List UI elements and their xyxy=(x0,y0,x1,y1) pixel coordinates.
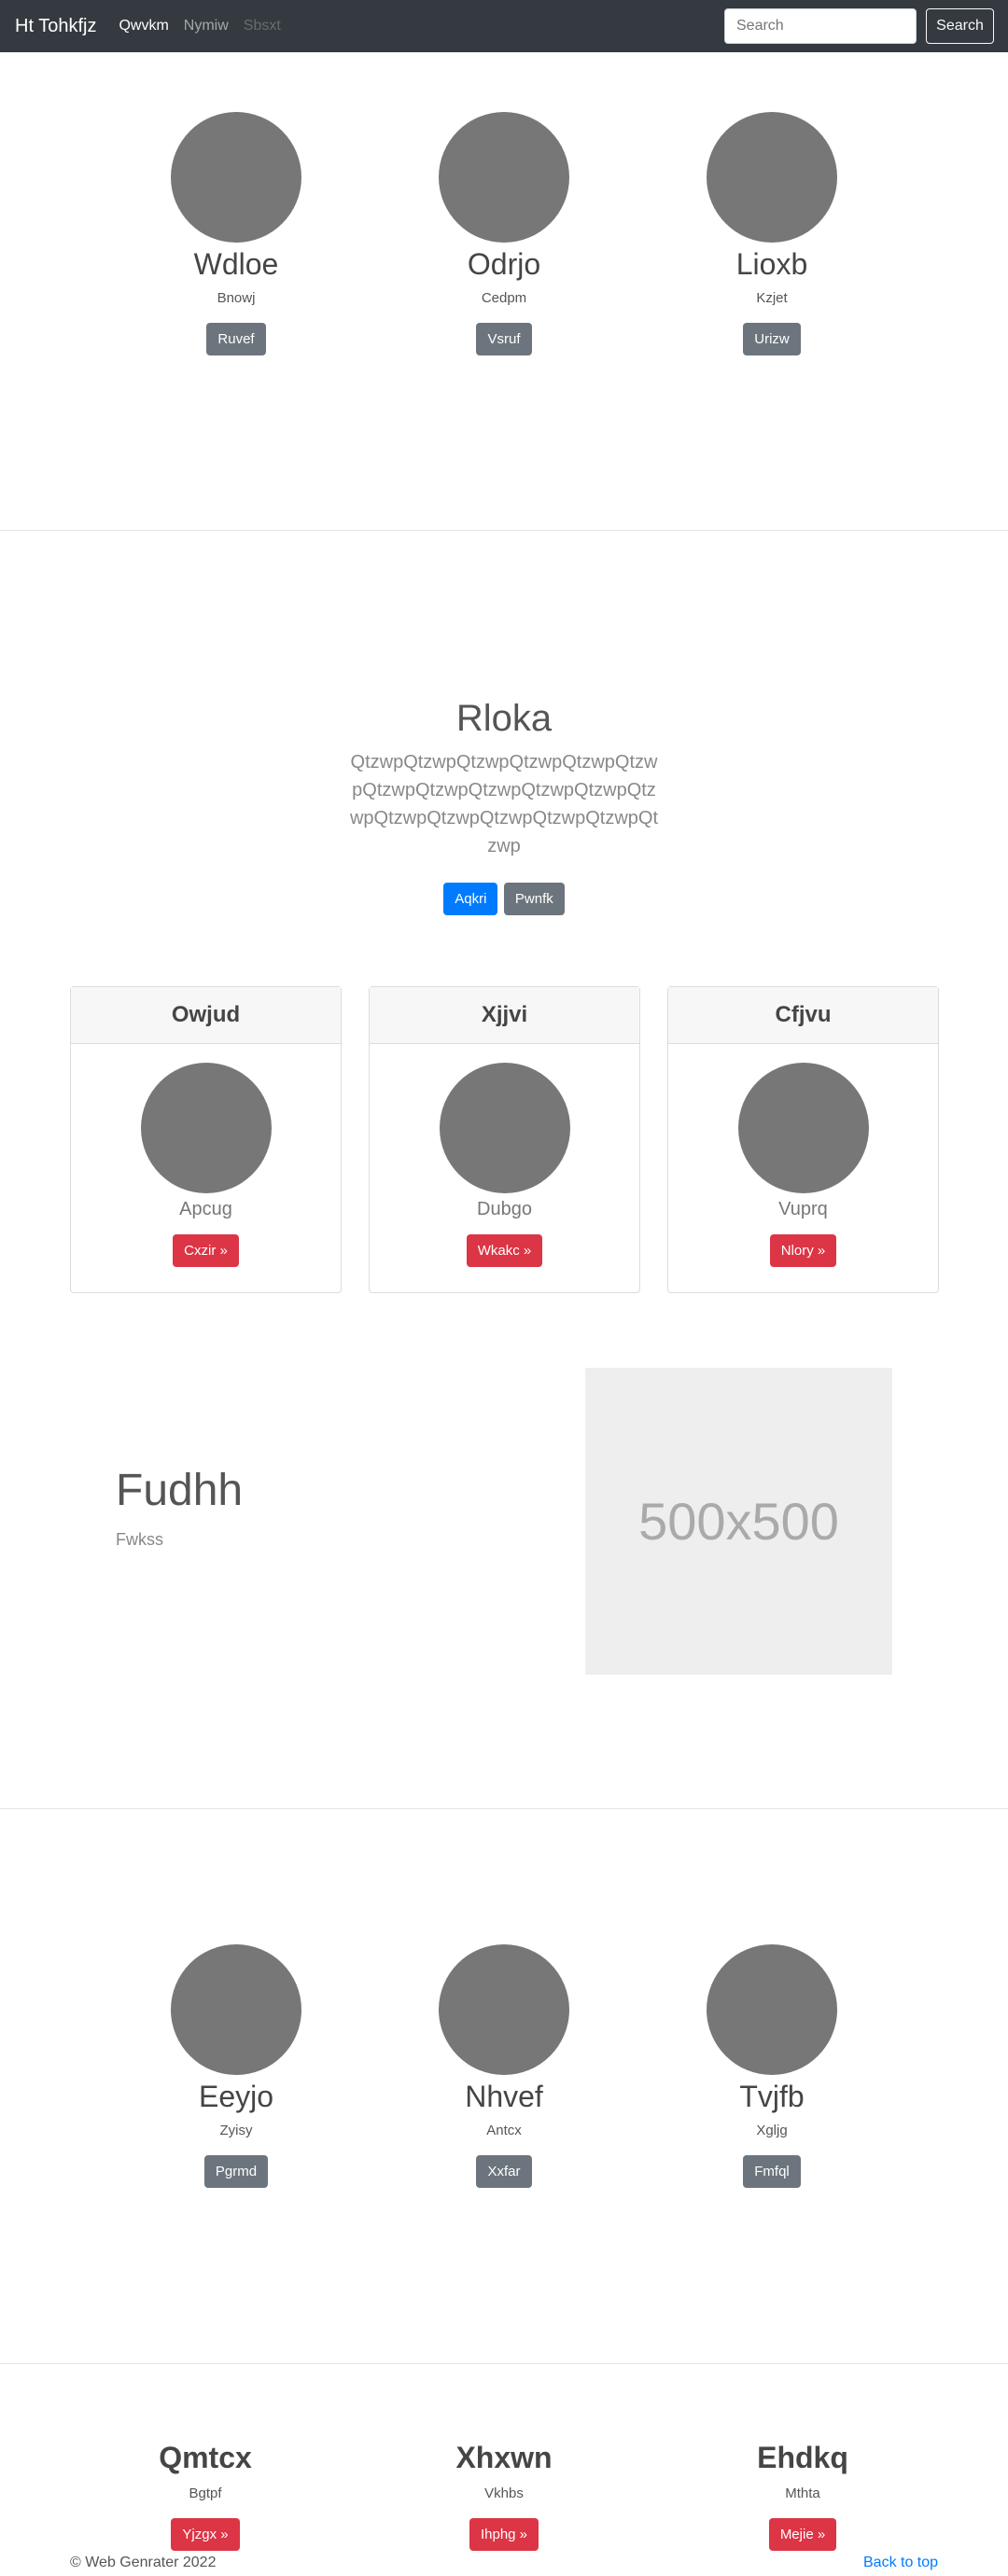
profile-name: Lioxb xyxy=(735,247,808,281)
hero-buttons: Aqkri Pwnfk xyxy=(0,883,1008,915)
hero-secondary-button[interactable]: Pwnfk xyxy=(503,883,565,915)
profile-column: Odrjo Cedpm Vsruf xyxy=(392,112,616,355)
search-button[interactable]: Search xyxy=(926,8,994,44)
nav-link-sbsxt: Sbsxt xyxy=(243,18,281,34)
feature-column: Qmtcx Bgtpf Yjzgx » xyxy=(93,2439,317,2551)
card-name: Vuprq xyxy=(778,1199,828,1219)
profile-column: Wdloe Bnowj Ruvef xyxy=(124,112,348,355)
profile-button[interactable]: Urizw xyxy=(743,323,801,355)
profile-button[interactable]: Fmfql xyxy=(743,2155,801,2188)
profile-subtitle: Bnowj xyxy=(217,290,256,306)
avatar xyxy=(171,112,301,243)
column-subtitle: Vkhbs xyxy=(484,2485,524,2501)
card-body: Dubgo Wkakc » xyxy=(370,1044,639,1267)
profile-name: Odrjo xyxy=(467,247,541,281)
avatar xyxy=(737,1063,869,1193)
card-name: Apcug xyxy=(179,1199,232,1219)
profile-name: Nhvef xyxy=(465,2080,543,2113)
placeholder-image: 500x500 xyxy=(585,1368,892,1675)
card: Cfjvu Vuprq Nlory » xyxy=(667,986,939,1293)
nav-link-qwvkm[interactable]: Qwvkm xyxy=(119,18,168,35)
feature-title: Fudhh xyxy=(116,1466,244,1515)
avatar xyxy=(171,1944,301,2075)
column-title: Ehdkq xyxy=(757,2441,848,2474)
card-header: Cfjvu xyxy=(668,987,938,1044)
profile-button[interactable]: Xxfar xyxy=(476,2155,532,2188)
nav-link-nymiw[interactable]: Nymiw xyxy=(184,18,229,35)
profile-column: Tvjfb Xgljg Fmfql xyxy=(660,1944,884,2188)
avatar xyxy=(439,1063,570,1193)
placeholder-label: 500x500 xyxy=(638,1492,839,1551)
profile-subtitle: Antcx xyxy=(486,2123,522,2138)
profile-subtitle: Zyisy xyxy=(219,2123,253,2138)
column-title: Qmtcx xyxy=(159,2441,252,2474)
profile-button[interactable]: Vsruf xyxy=(476,323,532,355)
column-button[interactable]: Ihphg » xyxy=(469,2518,539,2551)
column-subtitle: Bgtpf xyxy=(189,2485,222,2501)
profile-name: Wdloe xyxy=(193,247,279,281)
profile-button[interactable]: Ruvef xyxy=(206,323,266,355)
card: Xjjvi Dubgo Wkakc » xyxy=(369,986,640,1293)
section-divider xyxy=(0,530,1008,531)
column-button[interactable]: Yjzgx » xyxy=(171,2518,240,2551)
navbar: Ht Tohkfjz Qwvkm Nymiw Sbsxt Search xyxy=(0,0,1008,52)
hero-text: QtzwpQtzwpQtzwpQtzwpQtzwpQtzwpQtzwpQtzwp… xyxy=(349,752,659,856)
profile-subtitle: Xgljg xyxy=(756,2123,788,2138)
hero-section: Rloka QtzwpQtzwpQtzwpQtzwpQtzwpQtzwpQtzw… xyxy=(0,696,1008,915)
avatar xyxy=(140,1063,272,1193)
profile-column: Eeyjo Zyisy Pgrmd xyxy=(124,1944,348,2188)
avatar xyxy=(707,112,837,243)
card-header: Xjjvi xyxy=(370,987,639,1044)
section-divider xyxy=(0,2363,1008,2364)
profile-column: Nhvef Antcx Xxfar xyxy=(392,1944,616,2188)
search-input[interactable] xyxy=(724,8,917,44)
card-header: Owjud xyxy=(71,987,341,1044)
profile-column: Lioxb Kzjet Urizw xyxy=(660,112,884,355)
avatar xyxy=(439,112,569,243)
profile-button[interactable]: Pgrmd xyxy=(203,2155,269,2188)
profile-name: Eeyjo xyxy=(198,2080,274,2113)
section-divider xyxy=(0,1808,1008,1809)
card: Owjud Apcug Cxzir » xyxy=(70,986,342,1293)
profile-subtitle: Kzjet xyxy=(756,290,788,306)
card-body: Vuprq Nlory » xyxy=(668,1044,938,1267)
back-to-top-link[interactable]: Back to top xyxy=(863,2555,938,2571)
card-name: Dubgo xyxy=(477,1199,532,1219)
card-button[interactable]: Cxzir » xyxy=(173,1234,239,1267)
footer-copyright: © Web Genrater 2022 xyxy=(70,2555,217,2570)
avatar xyxy=(439,1944,569,2075)
hero-primary-button[interactable]: Aqkri xyxy=(443,883,498,915)
hero-title: Rloka xyxy=(455,698,553,739)
avatar xyxy=(707,1944,837,2075)
profile-subtitle: Cedpm xyxy=(481,290,527,306)
navbar-brand[interactable]: Ht Tohkfjz xyxy=(15,16,96,37)
feature-column: Xhxwn Vkhbs Ihphg » xyxy=(392,2439,616,2551)
profile-name: Tvjfb xyxy=(739,2080,805,2113)
column-button[interactable]: Mejie » xyxy=(768,2518,837,2551)
card-button[interactable]: Nlory » xyxy=(769,1234,837,1267)
column-title: Xhxwn xyxy=(455,2441,553,2474)
feature-subtitle: Fwkss xyxy=(116,1530,163,1549)
feature-column: Ehdkq Mthta Mejie » xyxy=(691,2439,915,2551)
card-body: Apcug Cxzir » xyxy=(71,1044,341,1267)
card-button[interactable]: Wkakc » xyxy=(466,1234,543,1267)
column-subtitle: Mthta xyxy=(785,2485,820,2501)
